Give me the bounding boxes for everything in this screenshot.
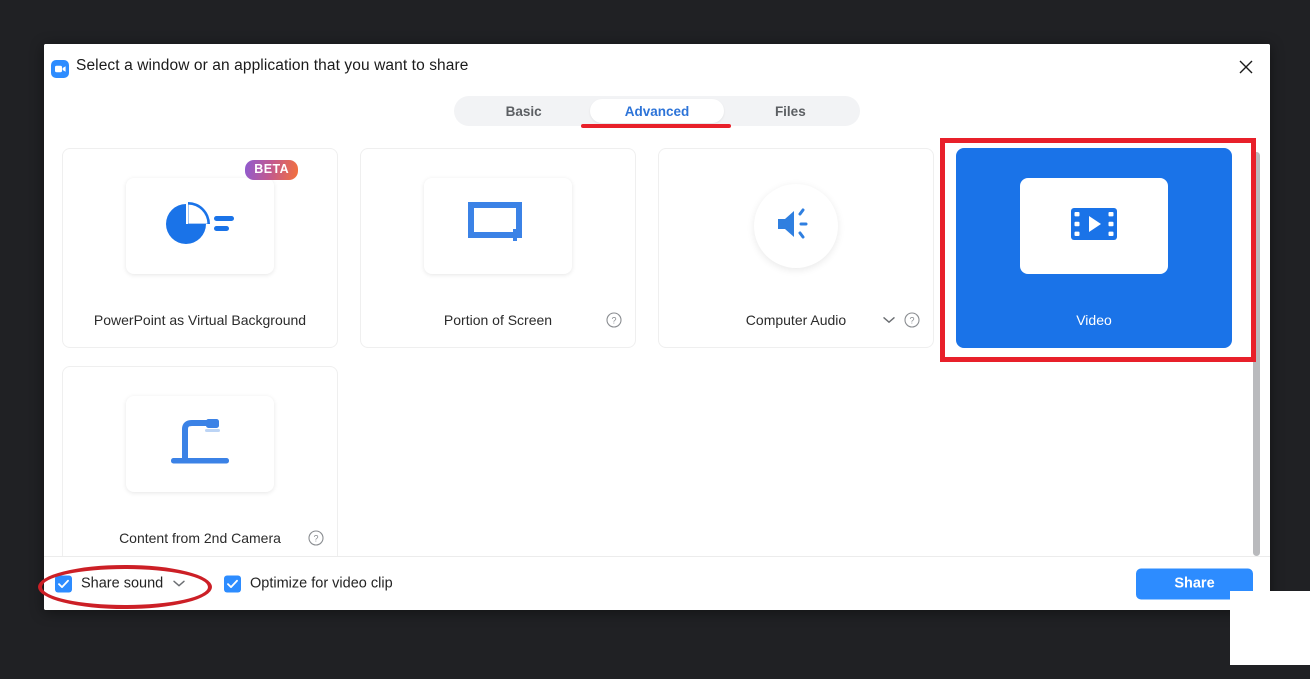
help-icon[interactable]: ? [308,530,324,546]
card-powerpoint-virtual-background[interactable]: BETA PowerPoint as Virtual Background [62,148,338,348]
film-play-icon [1069,204,1119,249]
optimize-video-checkbox[interactable] [224,575,241,592]
share-sound-label: Share sound [81,575,164,592]
svg-text:?: ? [909,316,914,326]
close-icon[interactable] [1230,52,1262,82]
card-label-row: Computer Audio ? [659,293,933,347]
dialog-title: Select a window or an application that y… [76,57,469,74]
share-screen-dialog: Select a window or an application that y… [44,44,1270,610]
card-label-row: Video [957,293,1231,347]
card-content-from-2nd-camera[interactable]: Content from 2nd Camera ? [62,366,338,566]
screen-portion-icon [467,199,529,254]
chevron-down-icon[interactable] [173,580,185,588]
help-icon[interactable]: ? [606,312,622,328]
desktop-background: Select a window or an application that y… [0,0,1310,679]
card-label-row: PowerPoint as Virtual Background [63,293,337,347]
tab-advanced[interactable]: Advanced [590,99,724,123]
share-sound-option[interactable]: Share sound [55,575,185,592]
card-label: Content from 2nd Camera [119,530,281,546]
share-sound-checkbox[interactable] [55,575,72,592]
speaker-icon [775,207,817,246]
card-thumbnail: BETA [126,160,298,274]
optimize-video-label: Optimize for video clip [250,575,393,592]
card-video[interactable]: Video [956,148,1232,348]
card-thumbnail [126,396,274,492]
cards-grid: BETA PowerPoint as Virtual Background Po… [62,148,1252,566]
chevron-down-icon[interactable] [883,316,895,324]
card-thumbnail [1020,178,1168,274]
scrollbar-thumb[interactable] [1253,152,1260,556]
card-computer-audio[interactable]: Computer Audio ? [658,148,934,348]
svg-text:?: ? [611,316,616,326]
content-scrollbar[interactable] [1253,152,1260,556]
audio-icon-circle [754,184,838,268]
tabs-container: Basic Advanced Files [44,96,1270,126]
pie-chart-icon [164,201,236,251]
dialog-titlebar: Select a window or an application that y… [44,44,1270,90]
card-thumbnail [424,178,572,274]
card-portion-of-screen[interactable]: Portion of Screen ? [360,148,636,348]
card-label-row: Portion of Screen ? [361,293,635,347]
document-camera-icon [167,415,233,474]
help-icon[interactable]: ? [904,312,920,328]
card-thumbnail [722,178,870,274]
svg-text:?: ? [313,534,318,544]
overlay-white-rectangle [1230,591,1310,665]
card-label: Computer Audio [745,312,847,328]
tab-list: Basic Advanced Files [454,96,860,126]
card-label: Portion of Screen [443,312,553,328]
optimize-video-option[interactable]: Optimize for video clip [224,575,393,592]
share-options-grid: BETA PowerPoint as Virtual Background Po… [44,140,1270,566]
dialog-footer: Share sound Optimize for video clip Shar… [44,556,1270,610]
zoom-camera-icon [51,60,69,78]
card-label: PowerPoint as Virtual Background [93,312,307,328]
tab-basic[interactable]: Basic [457,99,590,123]
tab-files[interactable]: Files [724,99,857,123]
beta-badge: BETA [245,160,298,180]
card-label: Video [1076,312,1112,328]
